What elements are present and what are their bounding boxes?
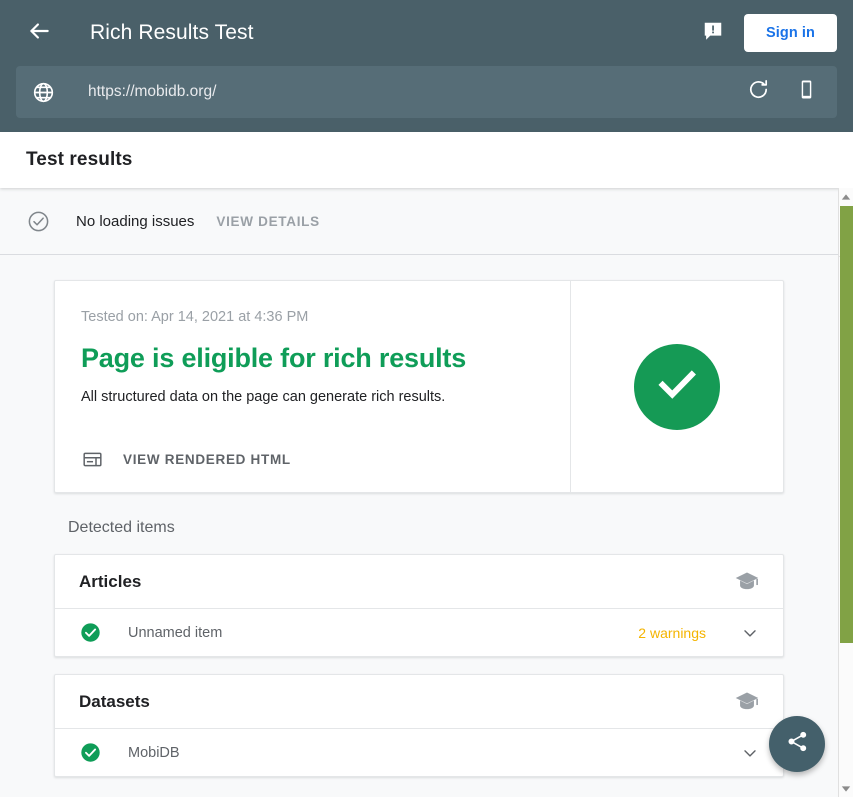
- chevron-down-icon[interactable]: [739, 622, 761, 644]
- url-input[interactable]: https://mobidb.org/: [88, 83, 725, 101]
- graduation-cap-icon: [733, 688, 761, 716]
- feedback-icon: [702, 20, 724, 47]
- view-details-button[interactable]: VIEW DETAILS: [216, 214, 319, 229]
- share-button[interactable]: [769, 716, 825, 772]
- app-title: Rich Results Test: [90, 21, 254, 45]
- share-icon: [785, 729, 810, 759]
- scrollbar-thumb[interactable]: [840, 206, 853, 643]
- detected-group-title: Datasets: [79, 692, 150, 712]
- verdict-title: Page is eligible for rich results: [81, 343, 544, 374]
- detected-items-heading: Detected items: [68, 519, 838, 537]
- refresh-button[interactable]: [743, 77, 773, 107]
- device-toggle-button[interactable]: [791, 77, 821, 107]
- detected-group-articles: Articles Unnamed item: [54, 554, 784, 657]
- url-bar[interactable]: https://mobidb.org/: [16, 66, 837, 118]
- warning-count-badge: 2 warnings: [638, 625, 706, 641]
- results-header: Test results: [0, 132, 853, 188]
- tested-on-text: Tested on: Apr 14, 2021 at 4:36 PM: [81, 309, 544, 325]
- vertical-scrollbar[interactable]: [838, 188, 853, 797]
- rich-results-test-page: Rich Results Test Sign in: [0, 0, 853, 797]
- url-bar-container: https://mobidb.org/: [0, 66, 853, 132]
- scroll-down-button[interactable]: [839, 780, 853, 797]
- back-button[interactable]: [22, 16, 56, 50]
- scroll-up-arrow-icon: [841, 188, 851, 206]
- scroll-up-button[interactable]: [839, 188, 853, 205]
- loading-status-text: No loading issues: [76, 213, 194, 230]
- check-circle-filled-icon: [650, 357, 704, 416]
- check-circle-outline-icon: [26, 209, 50, 233]
- view-rendered-html-button[interactable]: VIEW RENDERED HTML: [81, 422, 544, 470]
- detected-group-header: Articles: [55, 555, 783, 609]
- page-title: Test results: [26, 149, 132, 171]
- scroll-down-arrow-icon: [841, 780, 851, 797]
- results-scroll-area: No loading issues VIEW DETAILS Tested on…: [0, 188, 838, 797]
- detected-item-row[interactable]: MobiDB: [55, 729, 783, 776]
- summary-card: Tested on: Apr 14, 2021 at 4:36 PM Page …: [54, 280, 784, 493]
- smartphone-icon: [795, 78, 818, 106]
- check-circle-filled-icon: [79, 622, 101, 644]
- loading-status-band: No loading issues VIEW DETAILS: [0, 188, 838, 255]
- feedback-button[interactable]: [698, 18, 728, 48]
- sign-in-button[interactable]: Sign in: [744, 14, 837, 52]
- detected-group-datasets: Datasets MobiDB: [54, 674, 784, 777]
- chevron-down-icon[interactable]: [739, 742, 761, 764]
- rendered-html-icon: [81, 448, 103, 470]
- detected-item-label: MobiDB: [128, 745, 180, 761]
- detected-item-row[interactable]: Unnamed item 2 warnings: [55, 609, 783, 656]
- view-rendered-html-label: VIEW RENDERED HTML: [123, 452, 291, 467]
- eligibility-badge: [634, 344, 720, 430]
- detected-group-header: Datasets: [55, 675, 783, 729]
- arrow-back-icon: [26, 18, 52, 49]
- check-circle-filled-icon: [79, 742, 101, 764]
- verdict-description: All structured data on the page can gene…: [81, 389, 544, 405]
- detected-group-title: Articles: [79, 572, 141, 592]
- summary-card-right: [571, 281, 783, 492]
- globe-icon: [30, 79, 56, 105]
- detected-item-label: Unnamed item: [128, 625, 222, 641]
- summary-card-left: Tested on: Apr 14, 2021 at 4:36 PM Page …: [55, 281, 571, 492]
- refresh-icon: [747, 78, 770, 106]
- graduation-cap-icon: [733, 568, 761, 596]
- app-bar: Rich Results Test Sign in: [0, 0, 853, 66]
